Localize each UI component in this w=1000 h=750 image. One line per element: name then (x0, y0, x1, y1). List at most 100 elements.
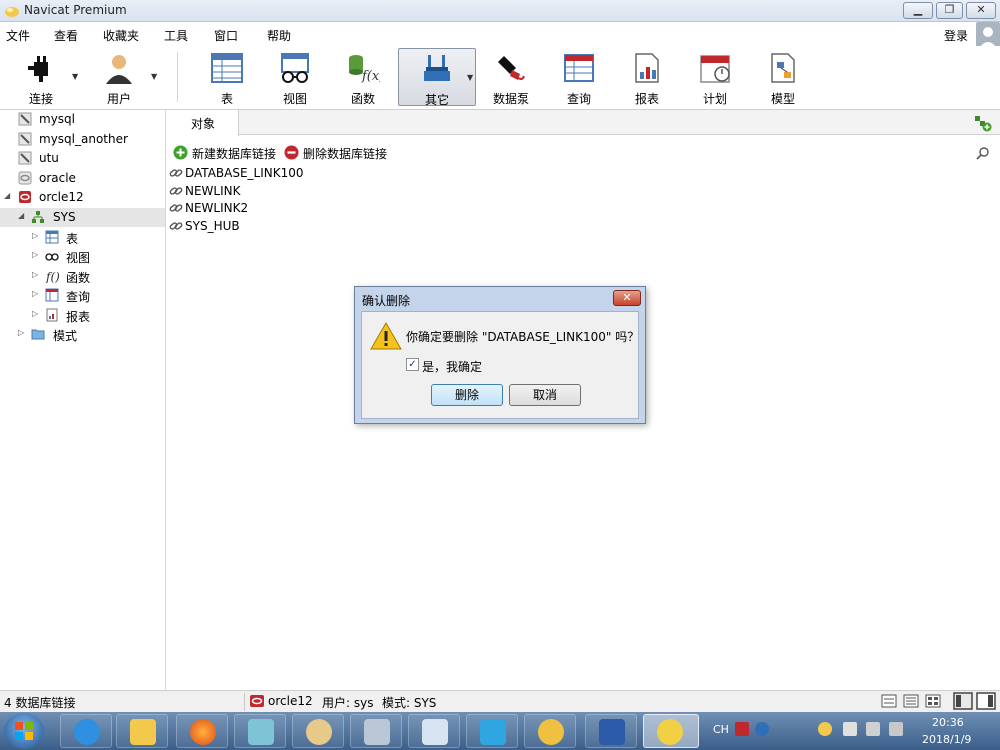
tree-item-models[interactable]: ▷ 模式 (0, 325, 165, 344)
toolbar-schedule-button[interactable]: 计划 (686, 48, 744, 106)
tree-item-label: 报表 (66, 310, 91, 324)
start-button[interactable] (4, 713, 44, 749)
dialog-close-button[interactable]: ✕ (613, 290, 641, 306)
tray-ime-icon[interactable] (735, 722, 749, 736)
taskbar-search-app-button[interactable] (524, 714, 576, 748)
tree-item-oracle[interactable]: oracle (0, 169, 165, 188)
delete-button[interactable]: 删除 (431, 384, 503, 406)
taskbar-snipping-button[interactable] (408, 714, 460, 748)
toggle-sidebar-icon[interactable] (953, 692, 973, 710)
collapsed-arrow-icon[interactable]: ▷ (32, 289, 38, 298)
tray-flag-icon[interactable] (843, 722, 857, 736)
tree-item-sys-schema[interactable]: ◢ SYS (0, 208, 165, 227)
clock-time[interactable]: 20:36 (932, 716, 964, 729)
toolbar-report-button[interactable]: 报表 (618, 48, 676, 106)
toolbar-datapump-button[interactable]: 数据泵 (482, 48, 540, 106)
status-connection: orcle12 (268, 694, 313, 708)
toolbar-other-button[interactable]: 其它 ▼ (398, 48, 476, 107)
taskbar-app-button[interactable] (234, 714, 286, 748)
tree-item-mysql[interactable]: mysql (0, 110, 165, 129)
maximize-button[interactable]: ❐ (936, 2, 963, 19)
menu-help[interactable]: 帮助 (267, 27, 291, 44)
tree-item-reports[interactable]: ▷ 报表 (0, 306, 165, 325)
toggle-info-pane-icon[interactable] (976, 692, 996, 710)
toolbar-function-button[interactable]: f(x) 函数 (334, 48, 392, 106)
tray-help-icon[interactable] (755, 722, 769, 736)
menu-favorites[interactable]: 收藏夹 (103, 27, 139, 44)
avatar[interactable] (976, 22, 1000, 48)
toolbar-function-label: 函数 (350, 92, 375, 106)
menu-file[interactable]: 文件 (6, 27, 30, 44)
taskbar-paint-button[interactable] (292, 714, 344, 748)
tree-item-functions[interactable]: ▷ f() 函数 (0, 267, 165, 286)
ime-indicator[interactable]: CH (713, 723, 729, 736)
toolbar-connect-button[interactable]: 连接 (12, 48, 70, 106)
close-window-button[interactable]: ✕ (966, 2, 996, 19)
taskbar-navicat-button[interactable] (643, 714, 699, 748)
toolbar-view-label: 视图 (282, 92, 307, 106)
object-count: 4 数据库链接 (4, 696, 76, 710)
clock-date[interactable]: 2018/1/9 (922, 733, 971, 746)
app-icon (248, 719, 274, 745)
tree-item-views[interactable]: ▷ 视图 (0, 247, 165, 266)
taskbar-explorer-button[interactable] (116, 714, 168, 748)
toolbar-table-button[interactable]: 表 (198, 48, 256, 106)
table-icon (45, 230, 59, 244)
tree-item-tables[interactable]: ▷ 表 (0, 228, 165, 247)
expanded-arrow-icon[interactable]: ◢ (4, 191, 10, 200)
toolbar-datapump-label: 数据泵 (492, 92, 529, 106)
user-dropdown-icon[interactable]: ▼ (151, 72, 157, 81)
minimize-button[interactable]: ▁ (903, 2, 933, 19)
collapsed-arrow-icon[interactable]: ▷ (32, 270, 38, 279)
tree-item-mysql-another[interactable]: mysql_another (0, 130, 165, 149)
search-icon[interactable] (976, 146, 990, 160)
tree-item-queries[interactable]: ▷ 查询 (0, 286, 165, 305)
menu-window[interactable]: 窗口 (214, 27, 238, 44)
toolbar-view-button[interactable]: 视图 (266, 48, 324, 106)
detail-view-icon[interactable] (903, 694, 919, 708)
tray-volume-icon[interactable] (889, 722, 903, 736)
taskbar-firefox-button[interactable] (176, 714, 228, 748)
list-view-icon[interactable] (881, 694, 897, 708)
taskbar-ie-button[interactable] (60, 714, 112, 748)
tree-item-orcle12[interactable]: ◢ orcle12 (0, 188, 165, 207)
query-icon (564, 54, 594, 82)
windows-taskbar: CH 20:36 2018/1/9 (0, 712, 1000, 750)
toolbar-model-button[interactable]: 模型 (754, 48, 812, 106)
menu-view[interactable]: 查看 (54, 27, 78, 44)
object-action-bar: 新建数据库链接 删除数据库链接 (167, 141, 1000, 163)
delete-icon (284, 145, 299, 160)
report-icon (46, 308, 58, 322)
ie-icon (74, 719, 100, 745)
navicat-icon (657, 719, 683, 745)
menu-tools[interactable]: 工具 (164, 27, 188, 44)
cancel-button[interactable]: 取消 (509, 384, 581, 406)
toolbar-query-button[interactable]: 查询 (550, 48, 608, 106)
taskbar-bird-button[interactable] (466, 714, 518, 748)
taskbar-word-button[interactable] (585, 714, 637, 748)
confirm-checkbox-label[interactable]: 是，我确定 (422, 358, 482, 375)
function-icon: f(x) (349, 55, 380, 84)
dialog-message: 你确定要删除 "DATABASE_LINK100" 吗？ (406, 330, 640, 344)
toolbar-model-label: 模型 (770, 92, 795, 106)
collapsed-arrow-icon[interactable]: ▷ (32, 309, 38, 318)
link-icon (169, 187, 183, 195)
collapsed-arrow-icon[interactable]: ▷ (32, 231, 38, 240)
connect-dropdown-icon[interactable]: ▼ (72, 72, 78, 81)
other-dropdown-icon[interactable]: ▼ (467, 73, 473, 82)
user-icon (106, 55, 132, 84)
confirm-checkbox[interactable]: ✓ (406, 358, 419, 371)
login-link[interactable]: 登录 (944, 27, 968, 44)
expanded-arrow-icon[interactable]: ◢ (18, 211, 24, 220)
tree-item-utu[interactable]: utu (0, 149, 165, 168)
grid-view-icon[interactable] (925, 694, 941, 708)
toolbar-user-label: 用户 (106, 92, 131, 106)
tray-app-icon[interactable] (818, 722, 832, 736)
tab-objects[interactable]: 对象 (167, 110, 239, 136)
tray-network-icon[interactable] (866, 722, 880, 736)
collapsed-arrow-icon[interactable]: ▷ (18, 328, 24, 337)
taskbar-calculator-button[interactable] (350, 714, 402, 748)
collapsed-arrow-icon[interactable]: ▷ (32, 250, 38, 259)
toolbar-user-button[interactable]: 用户 (90, 48, 148, 106)
new-tab-icon[interactable] (974, 114, 992, 132)
